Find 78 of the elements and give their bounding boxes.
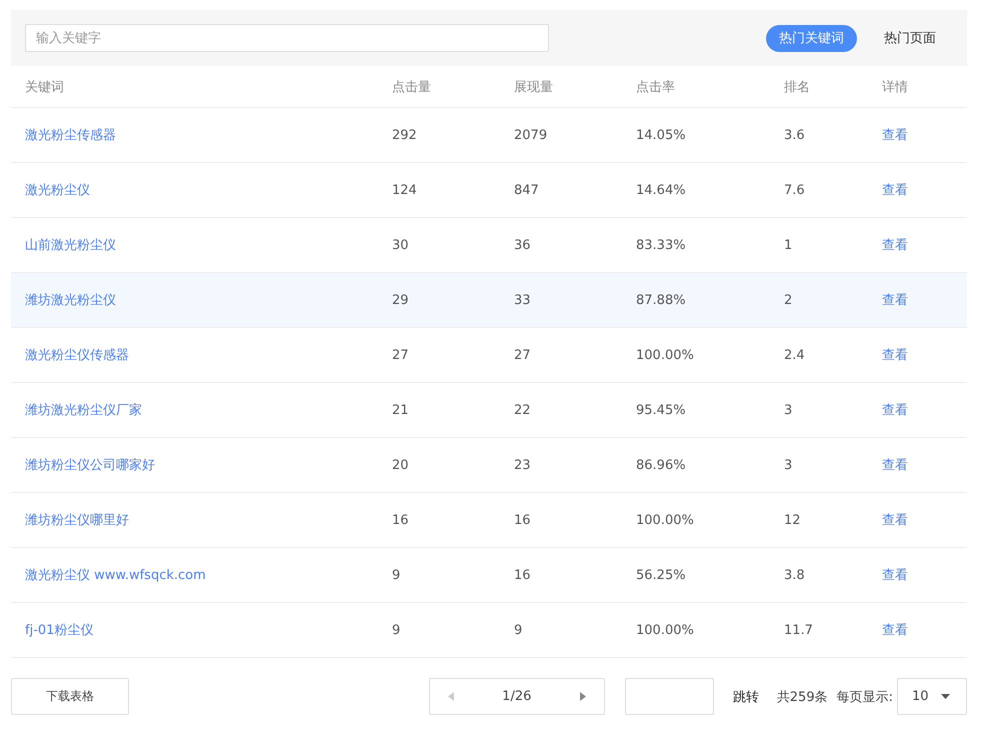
table-cell-text: 27 [514,348,532,362]
keyword-link[interactable]: fj-01粉尘仪 [25,623,94,638]
table-cell-text: 3 [784,458,794,472]
table-cell-text: 20 [392,458,410,472]
table-cell-text: 16 [514,512,532,528]
table-cell-text: 33 [514,292,532,308]
table-cell-text: 7.6 [784,182,806,198]
table-cell-text: 9 [392,622,402,638]
next-page-icon[interactable] [580,692,586,701]
table-cell-text: 16 [514,568,532,582]
tab[interactable]: 热门关键词 [766,24,857,52]
view-link[interactable]: 查看 [882,623,908,638]
table-cell-text: 2 [784,292,794,308]
view-link[interactable]: 查看 [882,403,908,418]
table-cell-text: 11.7 [784,622,814,638]
table-cell-text: 86.96% [636,458,687,472]
table-cell-text: 22 [514,402,532,418]
column-header: 点击率 [636,78,676,96]
table-cell-text: 14.05% [636,128,687,142]
keyword-link[interactable]: 潍坊激光粉尘仪厂家 [25,403,142,418]
table-cell-text: 14.64% [636,182,687,198]
table-cell-text: 124 [392,182,418,198]
page-input[interactable] [624,678,714,715]
keyword-link[interactable]: 激光粉尘传感器 [25,128,116,143]
table-cell-text: 36 [514,238,532,252]
tab[interactable]: 热门页面 [871,24,949,52]
table-cell-text: 27 [392,348,410,362]
table-cell-text: 83.33% [636,238,687,252]
table-cell-text: 23 [514,458,532,472]
keyword-link[interactable]: 潍坊激光粉尘仪 [25,293,116,308]
download-button[interactable]: 下载表格 [11,678,129,715]
column-header: 关键词 [25,78,65,96]
table-cell-text: 21 [392,402,410,418]
table-cell-text: 12 [784,512,802,528]
caret-icon [940,694,950,699]
table-cell-text: 100.00% [636,512,695,528]
table-cell-text: 2.4 [784,348,806,362]
table-cell-text: 9 [514,622,524,638]
keyword-link[interactable]: 山前激光粉尘仪 [25,238,116,253]
keyword-link[interactable]: 潍坊粉尘仪公司哪家好 [25,458,155,473]
table-cell-text: 56.25% [636,568,687,582]
search-field[interactable]: 输入关键字 [25,24,549,52]
table-cell-text: 3.8 [784,568,806,582]
view-link[interactable]: 查看 [882,238,908,253]
table-cell-text: 16 [392,512,410,528]
view-link[interactable]: 查看 [882,513,908,528]
view-link[interactable]: 查看 [882,293,908,308]
column-header: 详情 [882,78,908,96]
table-cell-text: 100.00% [636,348,695,362]
view-link[interactable]: 查看 [882,128,908,143]
keyword-link[interactable]: 激光粉尘仪 [25,183,90,198]
keyword-link[interactable]: 激光粉尘仪 www.wfsqck.com [25,568,206,583]
table-cell-text: 2079 [514,128,548,142]
jump-button[interactable]: 跳转 [732,688,759,706]
column-header: 点击量 [392,78,432,96]
per-page-label: 每页显示: [836,688,893,706]
table-cell-text: 847 [514,182,540,198]
column-header: 排名 [784,78,811,96]
table-cell-text: 95.45% [636,402,687,418]
table-cell-text: 9 [392,568,402,582]
page-indicator: 1/26 [502,689,532,704]
view-link[interactable]: 查看 [882,458,908,473]
view-link[interactable]: 查看 [882,183,908,198]
table-cell-text: 87.88% [636,292,687,308]
view-link[interactable]: 查看 [882,568,908,583]
table-cell-text: 1 [784,238,794,252]
table-cell-text: 29 [392,292,410,308]
per-page-select[interactable]: 10 [897,678,967,715]
keyword-link[interactable]: 潍坊粉尘仪哪里好 [25,513,129,528]
table-cell-text: 100.00% [636,622,695,638]
total-count: 共259条 [776,688,828,706]
table-cell-text: 3 [784,402,794,418]
keyword-link[interactable]: 激光粉尘仪传感器 [25,348,129,363]
table-cell-text: 292 [392,128,418,142]
column-header: 展现量 [514,78,554,96]
table-cell-text: 30 [392,238,410,252]
view-link[interactable]: 查看 [882,348,908,363]
table-cell-text: 3.6 [784,128,806,142]
